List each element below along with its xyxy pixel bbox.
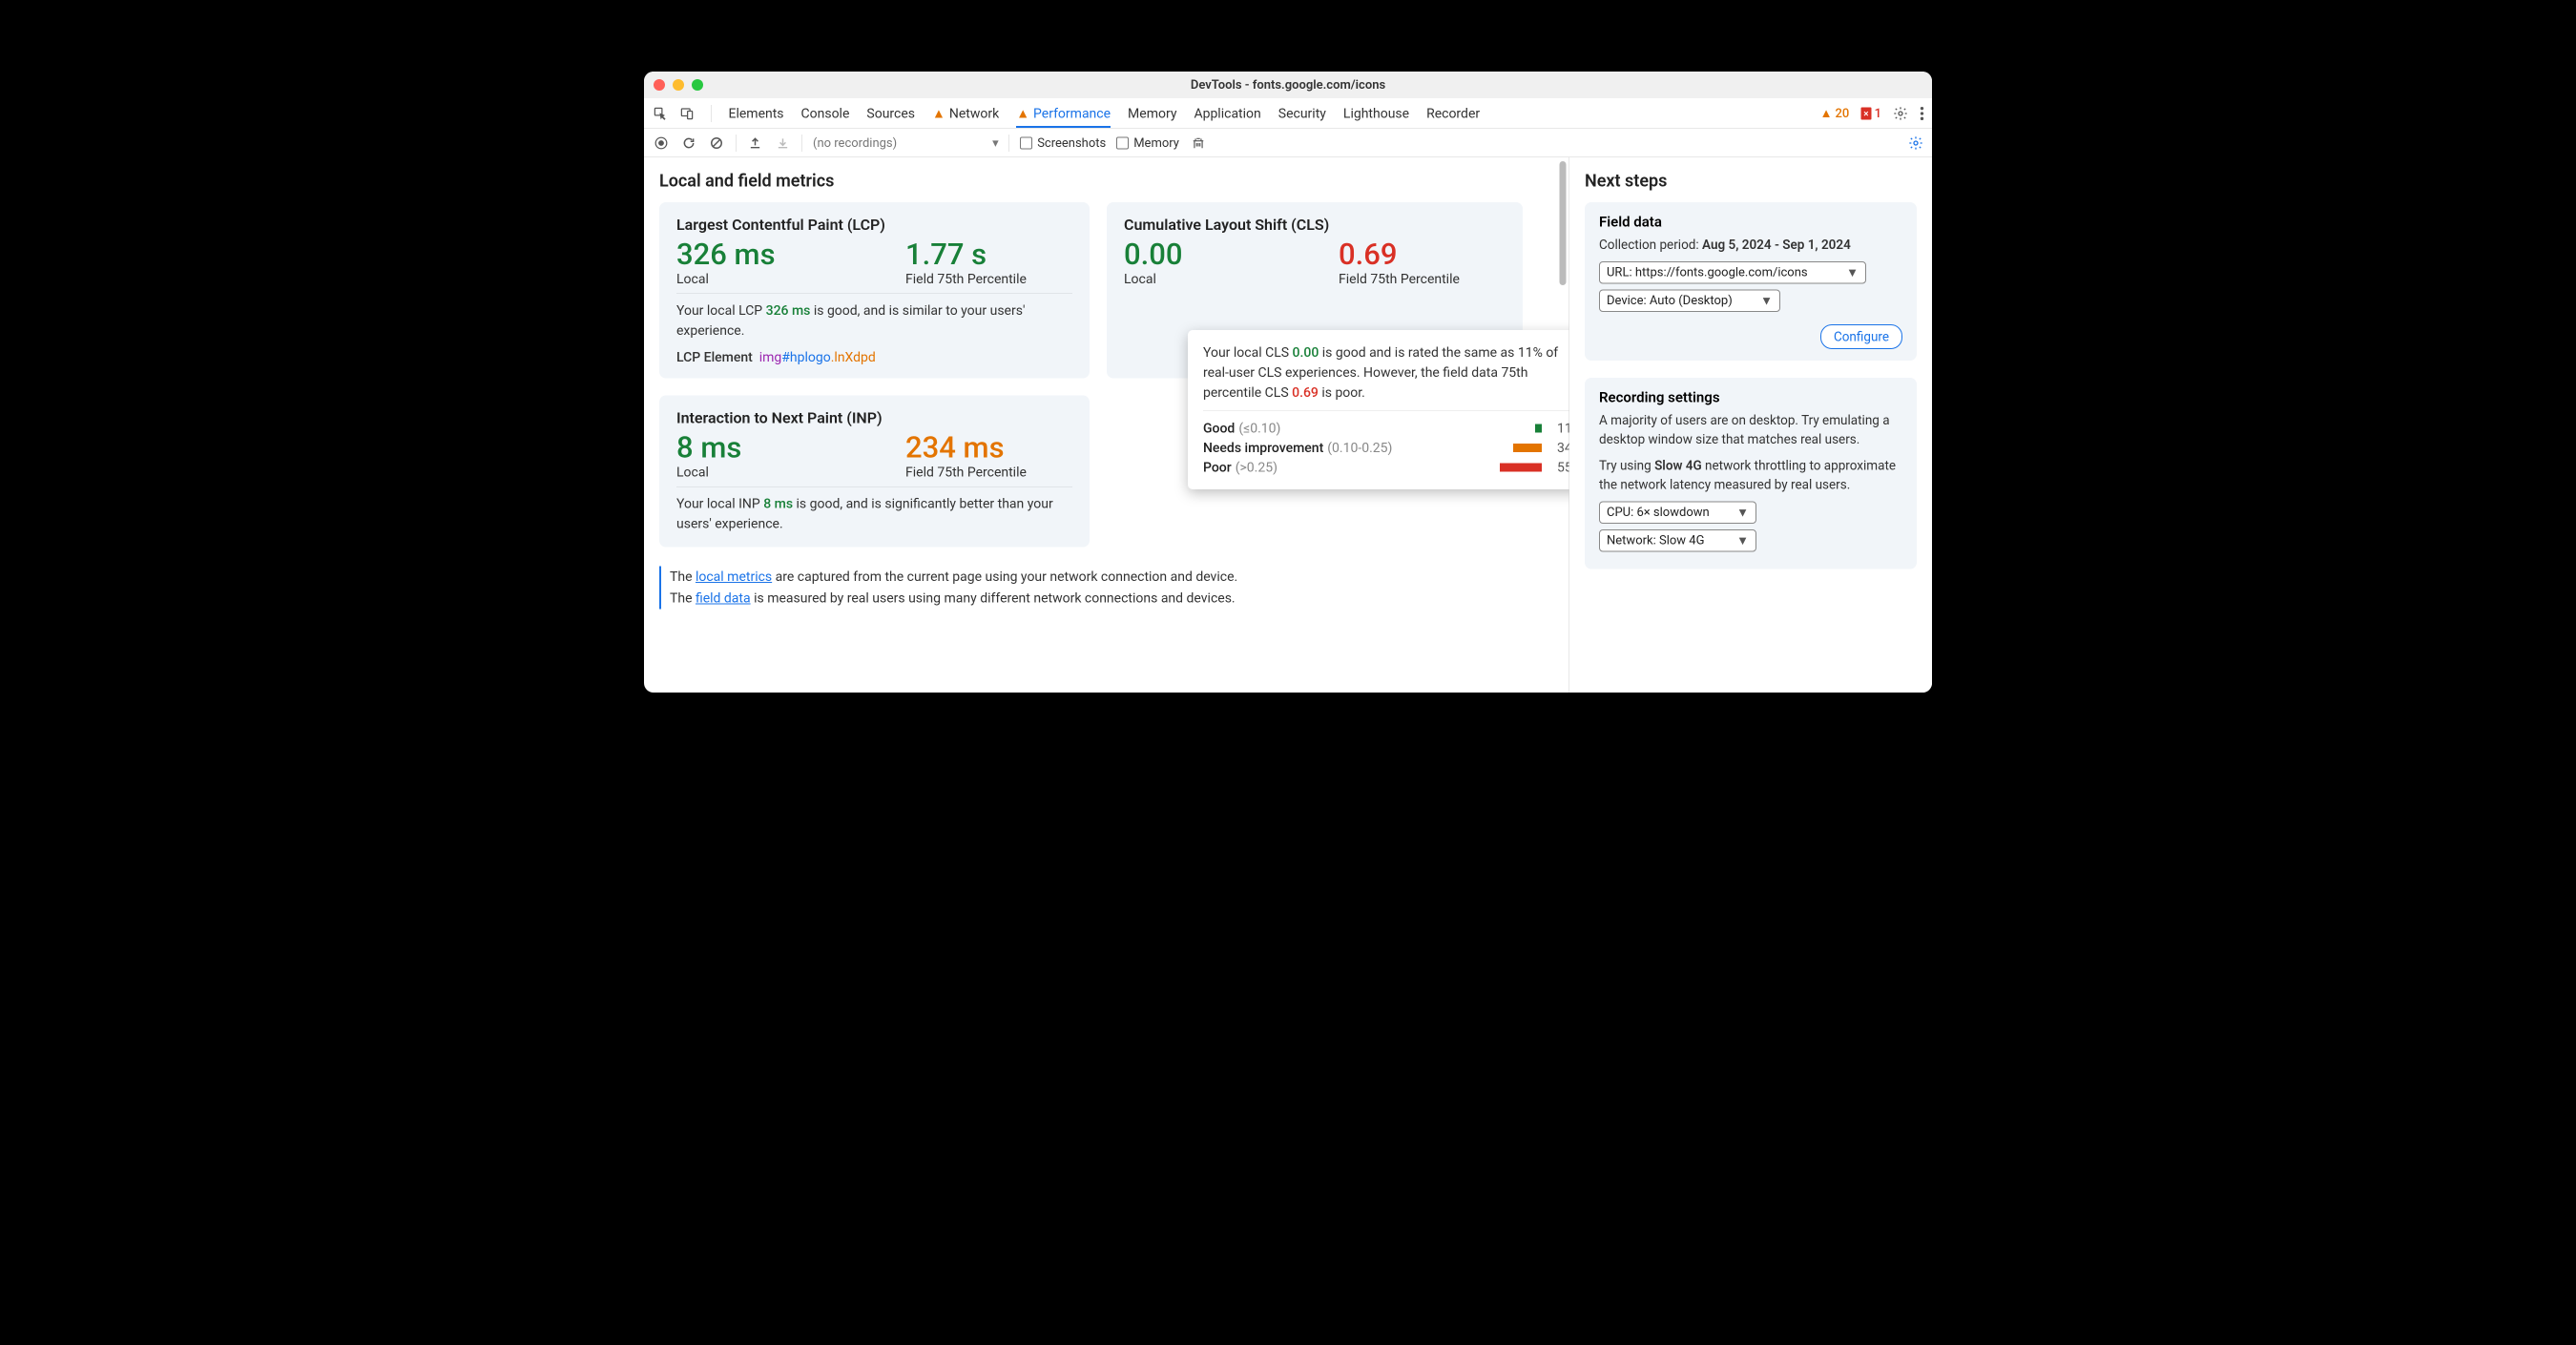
lcp-description: Your local LCP 326 ms is good, and is si…	[676, 300, 1072, 341]
local-metrics-link[interactable]: local metrics	[696, 569, 772, 585]
warning-icon: ▲	[932, 106, 945, 122]
reload-record-button[interactable]	[680, 134, 697, 152]
devtools-tabbar: Elements Console Sources ▲ Network ▲ Per…	[644, 98, 1932, 129]
bar-icon	[1513, 444, 1542, 452]
bar-icon	[1535, 424, 1542, 432]
checkbox-icon	[1020, 136, 1032, 149]
lcp-title: Largest Contentful Paint (LCP)	[676, 216, 1072, 234]
tab-recorder[interactable]: Recorder	[1426, 99, 1480, 129]
error-icon: ×	[1860, 107, 1871, 119]
errors-count[interactable]: × 1	[1860, 106, 1881, 120]
main-panel: Local and field metrics Largest Contentf…	[644, 157, 1569, 693]
zoom-window-button[interactable]	[692, 79, 703, 91]
side-heading: Next steps	[1585, 171, 1917, 191]
dist-row-needs-improvement: Needs improvement (0.10-0.25) 34%	[1203, 438, 1569, 458]
tab-console[interactable]: Console	[801, 99, 850, 129]
caret-down-icon: ▼	[1846, 265, 1859, 280]
settings-icon[interactable]	[1893, 106, 1908, 121]
bar-icon	[1500, 463, 1542, 471]
collection-period: Collection period: Aug 5, 2024 - Sep 1, …	[1599, 236, 1902, 255]
dist-row-poor: Poor (>0.25) 55%	[1203, 458, 1569, 478]
tab-application[interactable]: Application	[1194, 99, 1260, 129]
memory-checkbox[interactable]: Memory	[1116, 135, 1179, 150]
inspect-icon[interactable]	[652, 105, 669, 122]
cls-field-label: Field 75th Percentile	[1339, 271, 1506, 287]
tab-sources[interactable]: Sources	[866, 99, 915, 129]
kebab-menu-icon[interactable]	[1920, 106, 1924, 121]
tab-lighthouse[interactable]: Lighthouse	[1343, 99, 1409, 129]
close-window-button[interactable]	[654, 79, 665, 91]
field-data-card: Field data Collection period: Aug 5, 202…	[1585, 202, 1917, 361]
panel-settings-icon[interactable]	[1908, 135, 1923, 151]
tab-security[interactable]: Security	[1278, 99, 1326, 129]
recording-settings-card: Recording settings A majority of users a…	[1585, 378, 1917, 569]
warning-icon: ▲	[1820, 106, 1833, 121]
lcp-card: Largest Contentful Paint (LCP) 326 ms Lo…	[659, 202, 1090, 379]
main-heading: Local and field metrics	[659, 171, 1554, 191]
tab-memory[interactable]: Memory	[1128, 99, 1176, 129]
checkbox-icon	[1116, 136, 1129, 149]
cpu-select[interactable]: CPU: 6× slowdown ▼	[1599, 501, 1756, 524]
tab-network[interactable]: ▲ Network	[932, 99, 999, 129]
lcp-local-value: 326 ms	[676, 238, 776, 271]
dist-row-good: Good (≤0.10) 11%	[1203, 419, 1569, 439]
tab-performance[interactable]: ▲ Performance	[1016, 99, 1111, 129]
warning-icon: ▲	[1016, 106, 1029, 122]
record-button[interactable]	[653, 134, 670, 152]
device-toggle-icon[interactable]	[678, 105, 696, 122]
cls-distribution: Good (≤0.10) 11% Needs improvement (0.10…	[1203, 410, 1569, 477]
recording-settings-title: Recording settings	[1599, 389, 1902, 406]
field-data-link[interactable]: field data	[696, 590, 751, 607]
tab-elements[interactable]: Elements	[729, 99, 784, 129]
tab-list: Elements Console Sources ▲ Network ▲ Per…	[719, 99, 1481, 129]
screenshots-checkbox[interactable]: Screenshots	[1020, 135, 1106, 150]
inp-description: Your local INP 8 ms is good, and is sign…	[676, 494, 1072, 534]
network-select[interactable]: Network: Slow 4G ▼	[1599, 529, 1756, 552]
recordings-dropdown[interactable]: (no recordings) ▾	[813, 135, 999, 150]
caret-down-icon: ▼	[1736, 533, 1749, 548]
warnings-count[interactable]: ▲ 20	[1820, 106, 1850, 121]
device-select[interactable]: Device: Auto (Desktop) ▼	[1599, 289, 1780, 312]
caret-down-icon: ▼	[1760, 293, 1773, 308]
inp-local-label: Local	[676, 465, 741, 481]
lcp-local-label: Local	[676, 271, 776, 287]
window-title: DevTools - fonts.google.com/icons	[644, 78, 1932, 93]
side-panel: Next steps Field data Collection period:…	[1569, 157, 1932, 693]
field-data-title: Field data	[1599, 214, 1902, 231]
cls-tooltip: Your local CLS 0.00 is good and is rated…	[1188, 330, 1569, 489]
cls-title: Cumulative Layout Shift (CLS)	[1124, 216, 1506, 234]
scrollbar[interactable]	[1560, 161, 1567, 285]
devtools-window: DevTools - fonts.google.com/icons Elemen…	[644, 72, 1932, 693]
inp-field-label: Field 75th Percentile	[905, 465, 1072, 481]
titlebar: DevTools - fonts.google.com/icons	[644, 72, 1932, 98]
inp-local-value: 8 ms	[676, 432, 741, 465]
lcp-element[interactable]: LCP Element img#hplogo.lnXdpd	[676, 349, 1072, 365]
info-block: The local metrics are captured from the …	[659, 567, 1554, 610]
collect-garbage-icon[interactable]	[1190, 134, 1207, 152]
cls-field-value: 0.69	[1339, 238, 1506, 271]
traffic-lights	[654, 79, 703, 91]
recset-text-1: A majority of users are on desktop. Try …	[1599, 410, 1902, 449]
minimize-window-button[interactable]	[673, 79, 684, 91]
cls-local-label: Local	[1124, 271, 1182, 287]
panel-body: Local and field metrics Largest Contentf…	[644, 157, 1932, 693]
lcp-field-label: Field 75th Percentile	[905, 271, 1072, 287]
lcp-field-value: 1.77 s	[905, 238, 1072, 271]
caret-down-icon: ▾	[992, 135, 999, 150]
caret-down-icon: ▼	[1736, 505, 1749, 520]
cls-local-value: 0.00	[1124, 238, 1182, 271]
clear-button[interactable]	[708, 134, 725, 152]
inp-field-value: 234 ms	[905, 432, 1072, 465]
download-icon[interactable]	[775, 134, 792, 152]
inp-card: Interaction to Next Paint (INP) 8 ms Loc…	[659, 396, 1090, 548]
upload-icon[interactable]	[747, 134, 764, 152]
url-select[interactable]: URL: https://fonts.google.com/icons ▼	[1599, 261, 1866, 284]
configure-button[interactable]: Configure	[1820, 324, 1902, 349]
recset-text-2: Try using Slow 4G network throttling to …	[1599, 456, 1902, 495]
cls-tooltip-text: Your local CLS 0.00 is good and is rated…	[1203, 342, 1569, 403]
inp-title: Interaction to Next Paint (INP)	[676, 409, 1072, 427]
performance-toolbar: (no recordings) ▾ Screenshots Memory	[644, 129, 1932, 157]
